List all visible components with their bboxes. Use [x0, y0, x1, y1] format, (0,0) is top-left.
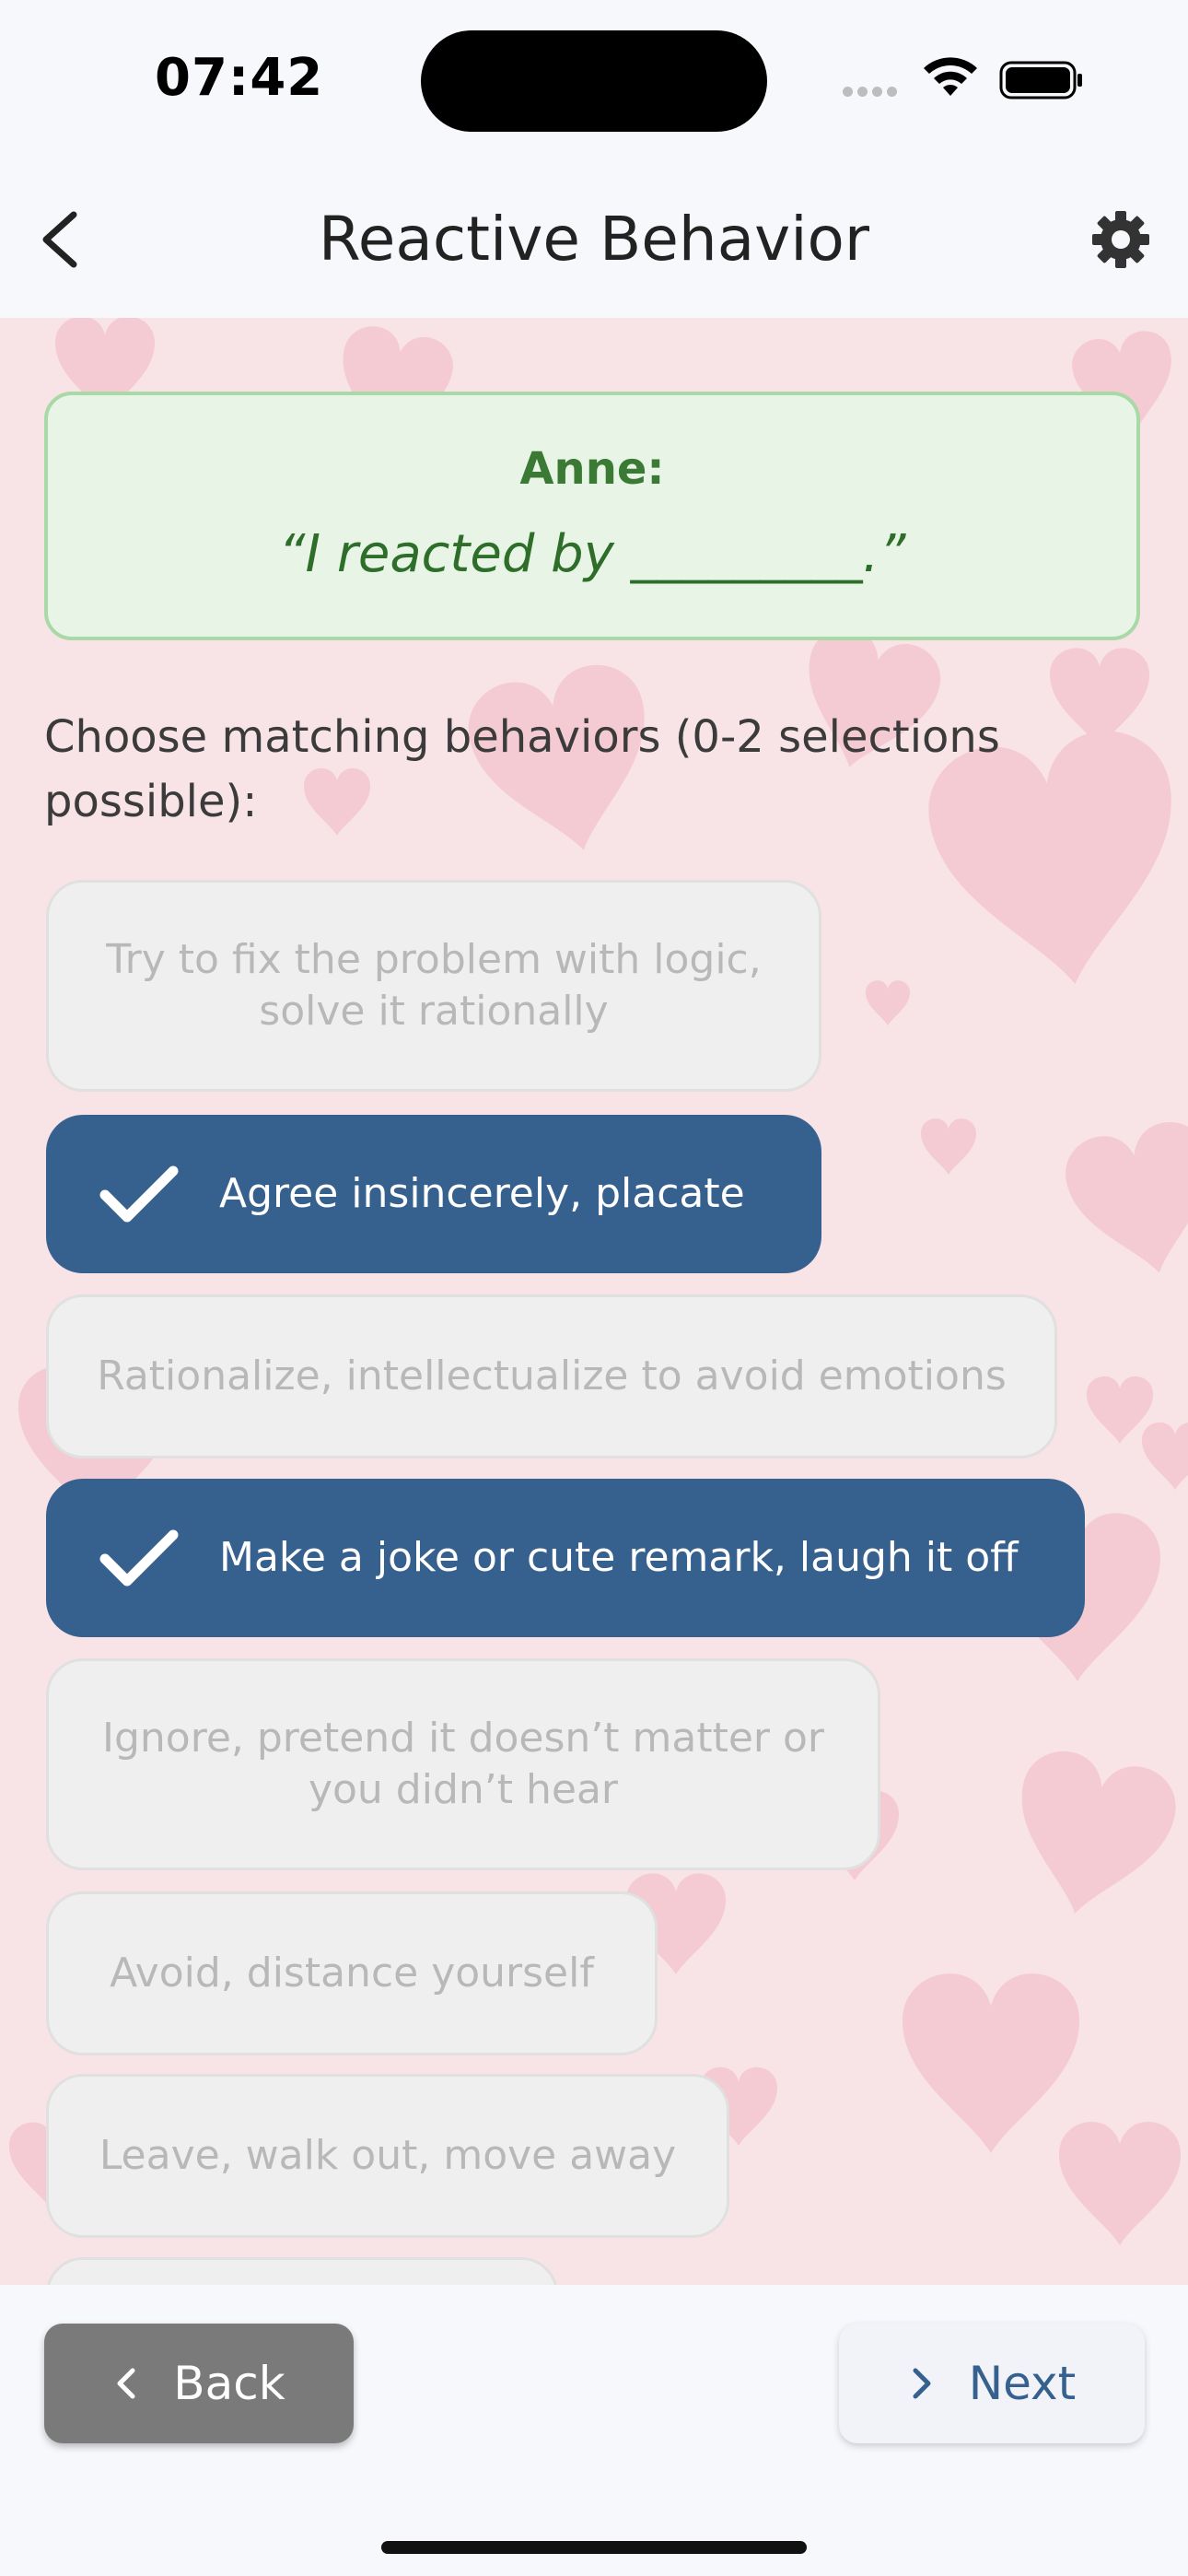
status-time: 07:42: [155, 48, 324, 108]
option-label: Make a joke or cute remark, laugh it off: [219, 1534, 1019, 1581]
option-label: Ignore, pretend it doesn’t matter or you…: [101, 1715, 825, 1813]
option-label: Agree insincerely, placate: [219, 1170, 745, 1217]
next-button[interactable]: Next: [839, 2324, 1145, 2443]
option-fix-with-logic[interactable]: Try to fix the problem with logic, solve…: [46, 880, 821, 1092]
option-leave-walk-out[interactable]: Leave, walk out, move away: [46, 2074, 729, 2238]
option-make-a-joke[interactable]: Make a joke or cute remark, laugh it off: [46, 1479, 1085, 1637]
page-title: Reactive Behavior: [318, 204, 870, 275]
cellular-signal-icon: [843, 83, 907, 97]
home-indicator: [381, 2541, 807, 2554]
back-button-label: Back: [173, 2357, 285, 2410]
chevron-left-icon: [117, 2368, 135, 2399]
option-label: Rationalize, intellectualize to avoid em…: [97, 1352, 1007, 1399]
back-button[interactable]: Back: [44, 2324, 354, 2443]
option-label: Leave, walk out, move away: [99, 2132, 677, 2179]
speaker-name: Anne:: [519, 443, 665, 495]
option-ignore-pretend[interactable]: Ignore, pretend it doesn’t matter or you…: [46, 1658, 880, 1870]
app-bar: Reactive Behavior: [0, 161, 1188, 318]
quote-card: Anne: “I reacted by _________.”: [44, 392, 1140, 640]
option-label: Try to fix the problem with logic, solve…: [106, 936, 762, 1035]
option-agree-insincerely[interactable]: Agree insincerely, placate: [46, 1115, 821, 1273]
selection-prompt: Choose matching behaviors (0-2 selection…: [44, 711, 1000, 827]
option-avoid-distance[interactable]: Avoid, distance yourself: [46, 1891, 658, 2055]
battery-icon: [999, 61, 1082, 100]
wifi-icon: [924, 57, 977, 96]
checkmark-icon: [99, 1529, 179, 1587]
quote-text: “I reacted by _________.”: [278, 524, 906, 584]
option-partially-visible[interactable]: [46, 2257, 558, 2285]
bottom-bar: Back Next: [0, 2285, 1188, 2576]
checkmark-icon: [99, 1165, 179, 1223]
content-area[interactable]: Anne: “I reacted by _________.” Choose m…: [0, 318, 1188, 2285]
gear-icon[interactable]: [1090, 209, 1151, 270]
option-rationalize[interactable]: Rationalize, intellectualize to avoid em…: [46, 1294, 1057, 1458]
status-bar: 07:42: [0, 0, 1188, 161]
dynamic-island: [421, 30, 767, 132]
next-button-label: Next: [968, 2357, 1077, 2410]
option-label: Avoid, distance yourself: [110, 1950, 594, 1996]
chevron-right-icon: [913, 2368, 931, 2399]
